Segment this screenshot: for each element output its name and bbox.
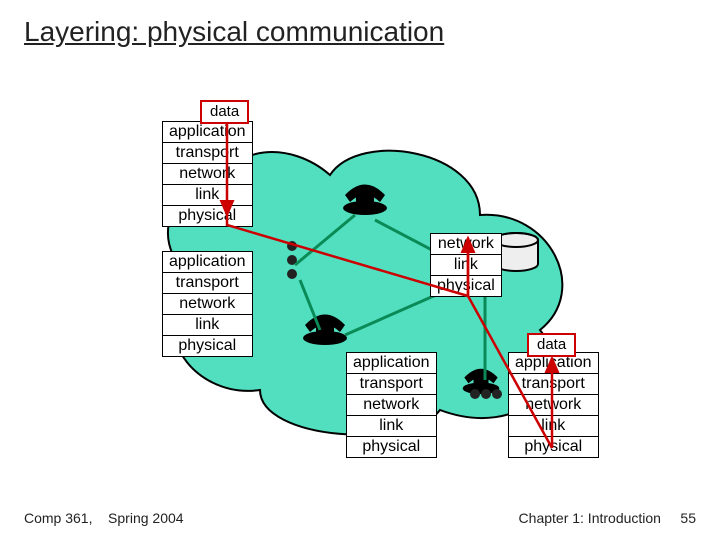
phone-icon [300, 310, 350, 346]
layer-physical: physical [431, 276, 501, 296]
layer-network: network [347, 395, 436, 416]
stack-router: network link physical [430, 233, 502, 297]
layer-link: link [431, 255, 501, 276]
layer-link: link [509, 416, 598, 437]
layer-network: network [163, 164, 252, 185]
stack-dest-host: application transport network link physi… [508, 352, 599, 458]
chapter-label: Chapter 1: Introduction [519, 510, 661, 526]
stack-host-b: application transport network link physi… [162, 251, 253, 357]
layer-physical: physical [347, 437, 436, 457]
layer-transport: transport [163, 273, 252, 294]
layer-link: link [163, 315, 252, 336]
term: Spring 2004 [108, 510, 184, 526]
data-label-dest: data [527, 333, 576, 357]
layer-transport: transport [163, 143, 252, 164]
page-number: 55 [680, 510, 696, 526]
dots-icon [280, 240, 310, 280]
slide-title: Layering: physical communication [24, 16, 444, 48]
course-code: Comp 361, [24, 510, 92, 526]
layer-application: application [163, 122, 252, 143]
footer-left: Comp 361, Spring 2004 [24, 510, 184, 526]
footer-right: Chapter 1: Introduction 55 [519, 510, 696, 526]
dots-icon [468, 385, 504, 403]
layer-network: network [431, 234, 501, 255]
layer-physical: physical [163, 336, 252, 356]
layer-link: link [163, 185, 252, 206]
data-label-source: data [200, 100, 249, 124]
layer-transport: transport [509, 374, 598, 395]
layer-application: application [163, 252, 252, 273]
layer-application: application [347, 353, 436, 374]
layer-physical: physical [163, 206, 252, 226]
phone-icon [340, 180, 390, 216]
layer-link: link [347, 416, 436, 437]
layer-network: network [163, 294, 252, 315]
layer-transport: transport [347, 374, 436, 395]
layer-network: network [509, 395, 598, 416]
layer-physical: physical [509, 437, 598, 457]
stack-host-c: application transport network link physi… [346, 352, 437, 458]
stack-source-host: application transport network link physi… [162, 121, 253, 227]
